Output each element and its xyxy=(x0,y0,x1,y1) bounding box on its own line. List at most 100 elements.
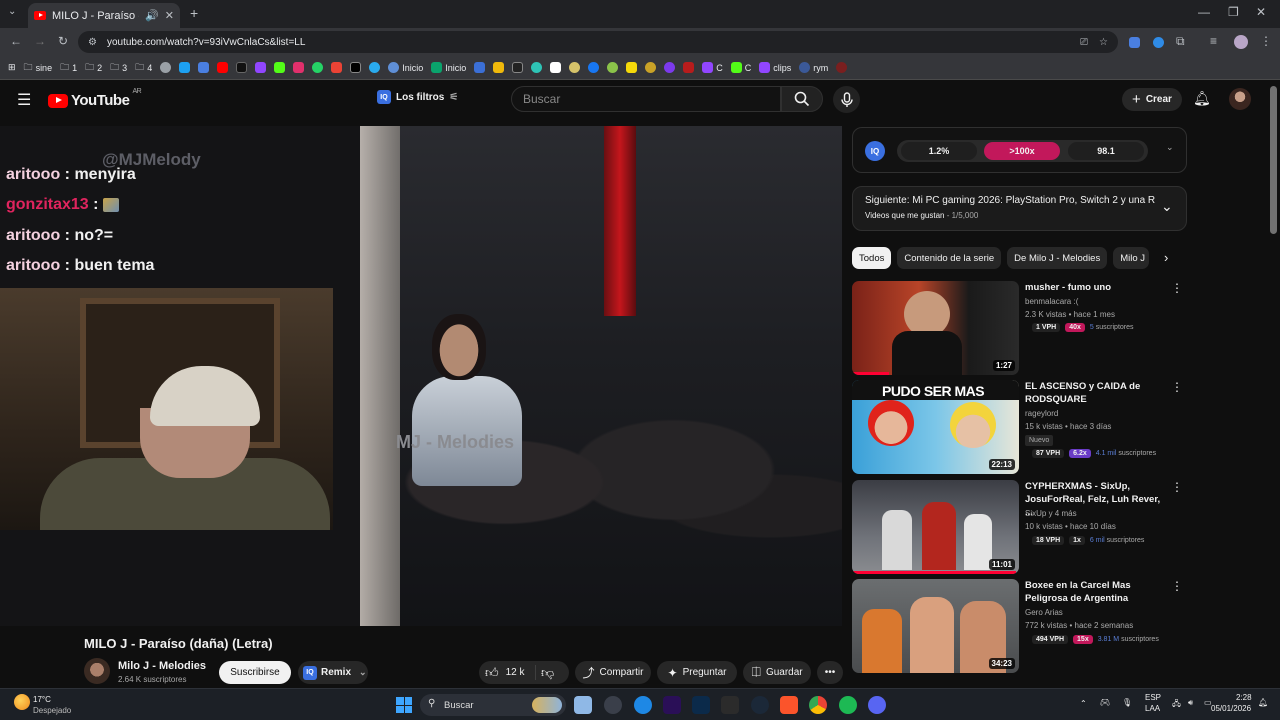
video-thumbnail[interactable]: 1:27 xyxy=(852,281,1019,375)
video-thumbnail[interactable]: 34:23 xyxy=(852,579,1019,673)
channel-name[interactable]: Milo J - Melodies xyxy=(118,660,206,672)
chip-series[interactable]: Contenido de la serie xyxy=(897,247,1002,269)
language-code[interactable]: ESP xyxy=(1145,693,1161,702)
share-button[interactable]: ⤴ Compartir xyxy=(575,661,651,684)
recommendation-title[interactable]: Boxee en la Carcel Mas Peligrosa de Arge… xyxy=(1025,579,1165,605)
bookmark-icon[interactable] xyxy=(664,62,676,73)
apps-grid-icon[interactable]: ⊞ xyxy=(8,62,16,73)
bookmark-icon[interactable] xyxy=(607,62,619,73)
clock-time[interactable]: 2:28 xyxy=(1236,693,1252,702)
more-options-icon[interactable]: ⋮ xyxy=(1171,579,1183,593)
brave-icon[interactable] xyxy=(780,696,798,714)
bookmark-folder[interactable]: 🗀 sine xyxy=(24,60,53,76)
chip-channel[interactable]: De Milo J - Melodies xyxy=(1007,247,1108,269)
video-thumbnail[interactable]: PUDO SER MAS 22:13 xyxy=(852,380,1019,474)
bookmark-icon[interactable] xyxy=(626,62,638,73)
bookmark-icon[interactable] xyxy=(550,62,562,73)
bookmark-kick-icon[interactable] xyxy=(274,62,286,73)
bookmark-folder[interactable]: 🗀 4 xyxy=(135,60,152,76)
task-view-icon[interactable] xyxy=(574,696,592,714)
bookmark-icon[interactable] xyxy=(198,62,210,73)
speaker-icon[interactable]: 🔊 xyxy=(145,9,159,22)
app-icon[interactable] xyxy=(604,696,622,714)
recommendation-channel[interactable]: Gero Arias xyxy=(1025,608,1063,617)
recommendation-channel[interactable]: rageylord xyxy=(1025,409,1058,418)
more-actions-button[interactable]: ••• xyxy=(817,661,843,684)
chips-next-arrow-icon[interactable]: › xyxy=(1164,250,1168,265)
premiere-icon[interactable] xyxy=(663,696,681,714)
bookmark-whatsapp-icon[interactable] xyxy=(312,62,324,73)
site-info-icon[interactable]: ⚙ xyxy=(88,37,97,48)
extension-translate-icon[interactable] xyxy=(1129,37,1140,48)
bookmark-icon[interactable] xyxy=(512,62,524,73)
account-avatar[interactable] xyxy=(1229,88,1251,110)
tab-search-list-icon[interactable]: ≡ xyxy=(1210,34,1217,48)
extensions-puzzle-icon[interactable]: ⧉ xyxy=(1176,34,1185,49)
clock-date[interactable]: 05/01/2026 xyxy=(1211,704,1251,713)
tab-search-icon[interactable]: ⌄ xyxy=(8,6,16,17)
browser-tab-active[interactable]: MILO J - Paraíso (daña) (Letr 🔊 ✕ xyxy=(28,3,180,28)
taskbar-search[interactable]: ⚲ Buscar xyxy=(420,694,566,716)
bookmark-tiktok-icon[interactable] xyxy=(236,62,248,73)
chevron-down-icon[interactable]: ⌄ xyxy=(1166,142,1174,153)
ask-button[interactable]: ✦ Preguntar xyxy=(657,661,737,684)
bookmark-folder[interactable]: 🗀 3 xyxy=(110,60,127,76)
channel-avatar[interactable] xyxy=(84,658,110,684)
close-window-button[interactable]: ✕ xyxy=(1256,5,1266,19)
bookmark-kick-c[interactable]: C xyxy=(730,62,751,73)
tray-app-icon[interactable]: 🎮︎ xyxy=(1100,698,1110,707)
filters-button[interactable]: IQ Los filtros ⚟ xyxy=(377,90,458,104)
language-region[interactable]: LAA xyxy=(1145,704,1160,713)
weather-condition[interactable]: Despejado xyxy=(33,706,71,715)
bookmark-folder[interactable]: 🗀 2 xyxy=(85,60,102,76)
bookmark-inicio[interactable]: Inicio xyxy=(431,62,466,73)
bookmark-facebook-icon[interactable] xyxy=(588,62,600,73)
weather-sun-icon[interactable] xyxy=(14,694,30,710)
chip-todos[interactable]: Todos xyxy=(852,247,892,269)
spotify-icon[interactable] xyxy=(839,696,857,714)
chevron-down-icon[interactable]: ⌄ xyxy=(1161,198,1173,215)
bookmark-rym[interactable]: rym xyxy=(799,62,828,73)
bookmark-clips[interactable]: clips xyxy=(759,62,791,73)
bookmark-icon[interactable] xyxy=(569,62,581,73)
more-options-icon[interactable]: ⋮ xyxy=(1171,281,1183,295)
bookmark-star-icon[interactable]: ☆ xyxy=(1099,37,1108,48)
bookmark-icon[interactable] xyxy=(531,62,543,73)
bookmark-x-icon[interactable] xyxy=(350,62,362,73)
hamburger-menu-icon[interactable]: ☰ xyxy=(17,90,31,110)
minimize-button[interactable]: — xyxy=(1198,5,1210,19)
epic-games-icon[interactable] xyxy=(721,696,739,714)
video-thumbnail[interactable]: 11:01 xyxy=(852,480,1019,574)
new-tab-button[interactable]: + xyxy=(190,5,198,21)
search-button[interactable] xyxy=(781,86,823,112)
more-options-icon[interactable]: ⋮ xyxy=(1171,380,1183,394)
bookmark-icon[interactable] xyxy=(645,62,657,73)
bookmark-telegram-icon[interactable] xyxy=(369,62,381,73)
recommendation-item[interactable]: 34:23 Boxee en la Carcel Mas Peligrosa d… xyxy=(852,579,1187,673)
notification-icon[interactable]: 🔔︎ xyxy=(1258,698,1268,707)
recommendation-channel[interactable]: benmalacara :( xyxy=(1025,297,1078,306)
like-count[interactable]: 12 k xyxy=(506,667,525,678)
windows-start-icon[interactable] xyxy=(396,697,412,713)
bookmark-inicio[interactable]: Inicio xyxy=(388,62,423,73)
profile-avatar[interactable] xyxy=(1234,35,1248,49)
bookmark-twitch-icon[interactable] xyxy=(255,62,267,73)
youtube-logo[interactable]: YouTube AR xyxy=(48,88,142,109)
reload-icon[interactable]: ↻ xyxy=(58,34,68,48)
omnibox[interactable]: ⚙ youtube.com/watch?v=93iVwCnlaCs&list=L… xyxy=(78,31,1118,53)
voice-search-button[interactable] xyxy=(833,86,860,113)
weather-temperature[interactable]: 17°C xyxy=(33,695,51,704)
bookmark-icon[interactable] xyxy=(683,62,695,73)
bookmark-icon[interactable] xyxy=(160,62,172,73)
video-player[interactable] xyxy=(0,126,842,626)
recommendation-title[interactable]: EL ASCENSO y CAIDA de RODSQUARE xyxy=(1025,380,1165,406)
network-icon[interactable]: 🖧 xyxy=(1172,698,1181,712)
volume-icon[interactable]: 🔊︎ xyxy=(1188,698,1193,708)
bookmark-folder[interactable]: 🗀 1 xyxy=(60,60,77,76)
recommendation-title[interactable]: musher - fumo uno xyxy=(1025,281,1165,294)
extension-blue-icon[interactable] xyxy=(1153,37,1164,48)
chrome-icon[interactable] xyxy=(809,696,827,714)
notifications-bell-icon[interactable]: 🔔︎ xyxy=(1193,90,1211,107)
recommendation-item[interactable]: 1:27 musher - fumo uno ⋮ benmalacara :( … xyxy=(852,281,1187,375)
dislike-icon[interactable]: 👎︎ xyxy=(541,665,554,681)
